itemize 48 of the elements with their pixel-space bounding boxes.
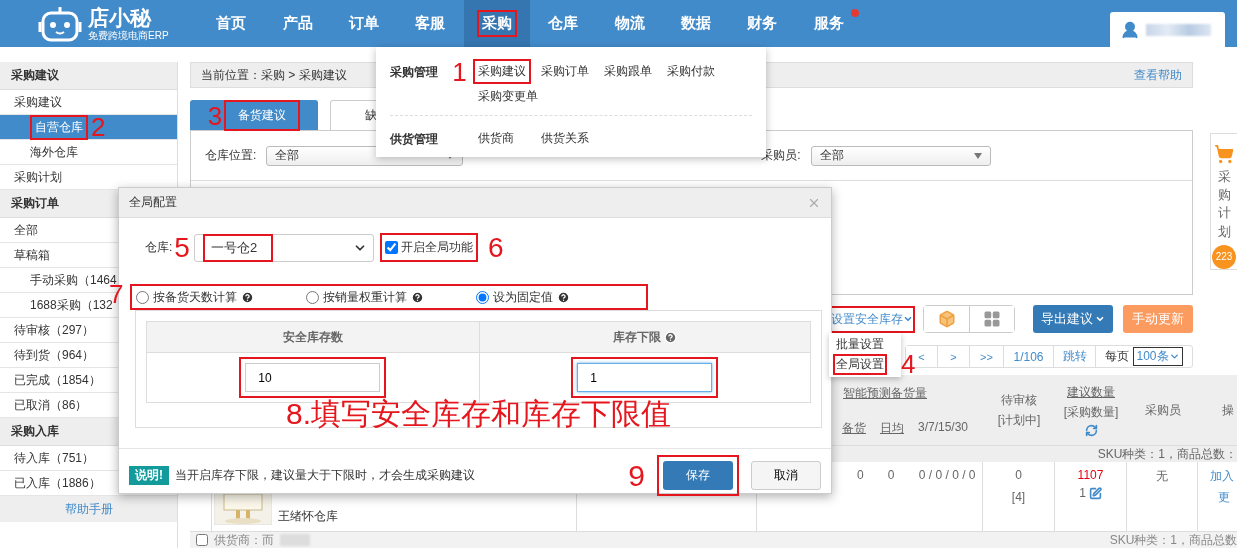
table-cell: 无 <box>1156 468 1168 485</box>
warehouse-name: 王绪怀仓库 <box>278 508 338 525</box>
column-subheader: [计划中] <box>997 411 1041 429</box>
menu-group-title: 采购管理 <box>390 64 439 81</box>
column-header: 采购员 <box>1144 401 1181 419</box>
per-page-label: 每页 <box>1105 348 1130 365</box>
column-header: 日均 <box>879 420 904 437</box>
sidebar-section-title: 采购建议 <box>0 62 177 90</box>
step-number: 1 <box>452 57 467 87</box>
highlight-frame: 自营仓库 <box>30 114 88 140</box>
note-badge: 说明! <box>129 466 169 485</box>
supplier-label: 供货商：而 <box>214 531 274 548</box>
table-cell-text: 0 / 0 / 0 / 0 <box>918 468 976 484</box>
side-panel-label: 采购计划 <box>1217 168 1231 241</box>
dialog-title: 全局配置 <box>129 194 177 211</box>
column-header: 3/7/15/30 <box>917 420 968 436</box>
step-number: 2 <box>91 114 106 140</box>
highlight-frame: 全局设置 <box>833 354 887 375</box>
summary-text: SKU种类：1，商品总数： <box>1097 446 1237 462</box>
step-number: 3 <box>207 102 223 129</box>
column-header: 备货 <box>841 420 866 437</box>
table-cell: 0 <box>1015 468 1022 482</box>
step-number: 5 <box>174 233 190 262</box>
step-number: 6 <box>487 233 504 262</box>
annotation-text: 8.填写安全库存和库存下限值 <box>285 397 672 431</box>
menu-group-title: 供货管理 <box>390 131 439 148</box>
column-header: 库存下限 <box>612 328 661 346</box>
highlight-frame: 一号仓2 <box>202 233 274 262</box>
summary-text: SKU种类：1，商品总数 <box>1109 531 1237 548</box>
filter-label: 仓库位置: <box>205 147 257 164</box>
table-cell: 1107 <box>1077 468 1104 482</box>
logo-tagline: 免费跨境电商ERP <box>88 29 169 42</box>
table-cell: [4] <box>1011 490 1026 504</box>
table-cell-text: 0 <box>857 468 864 484</box>
column-header: 操 <box>1222 401 1234 419</box>
column-header: 待审核 <box>1001 391 1037 409</box>
note-text: 当开启库存下限，建议量大于下限时，才会生成采购建议 <box>175 467 475 484</box>
breadcrumb: 当前位置：采购 > 采购建议 <box>201 66 347 84</box>
highlight-frame: 采购 <box>476 10 517 37</box>
logo-name: 店小秘 <box>88 5 153 30</box>
column-header: 建议数量 <box>1067 383 1115 401</box>
highlight-frame: 备货建议 <box>224 100 301 131</box>
count-badge: 223 <box>1212 244 1236 269</box>
step-number: 9 <box>628 460 645 491</box>
column-header: 安全库存数 <box>282 328 343 346</box>
column-subheader: [采购数量] <box>1063 403 1119 421</box>
table-cell-text: 0 <box>887 468 895 484</box>
table-cell: 1 <box>1079 486 1086 500</box>
